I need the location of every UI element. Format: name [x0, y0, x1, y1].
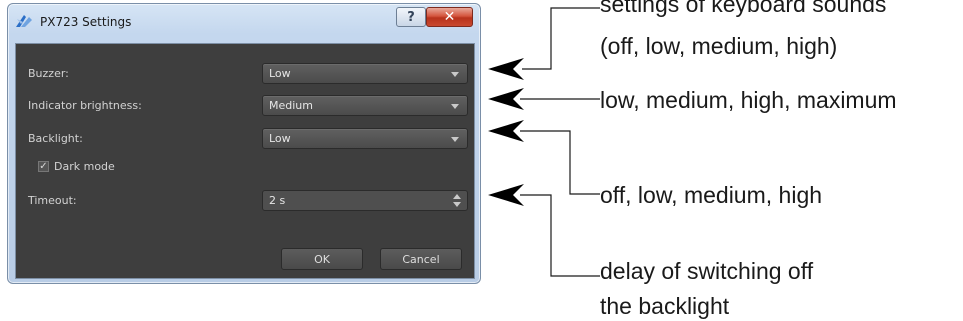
arrowhead-buzzer — [488, 58, 524, 80]
annotation-timeout-line1: delay of switching off — [600, 258, 814, 284]
annotation-buzzer-line2: (off, low, medium, high) — [600, 33, 838, 59]
annotation-backlight: off, low, medium, high — [600, 182, 823, 208]
arrowhead-timeout — [488, 184, 524, 206]
annotation-buzzer-line1: settings of keyboard sounds — [600, 0, 887, 17]
annotation-indicator: low, medium, high, maximum — [600, 87, 897, 113]
arrowhead-backlight — [488, 120, 524, 142]
annotation-timeout-line2: the backlight — [600, 293, 730, 319]
arrowhead-indicator — [488, 88, 524, 110]
